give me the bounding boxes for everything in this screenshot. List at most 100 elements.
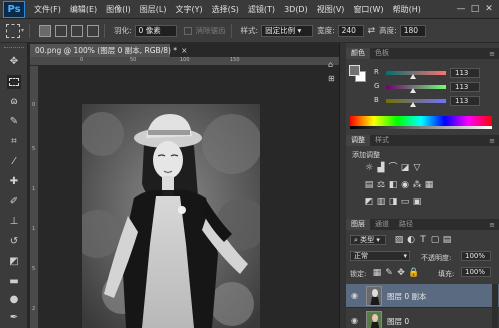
- menu-help[interactable]: 帮助(H): [393, 4, 421, 15]
- visibility-eye-icon[interactable]: ◉: [351, 291, 358, 300]
- panel-menu-icon[interactable]: ≡: [489, 221, 495, 229]
- gradient-map-icon[interactable]: ▭: [400, 198, 410, 207]
- clone-stamp-tool-icon[interactable]: ⊥: [7, 215, 21, 229]
- photo-filter-icon[interactable]: ◉: [400, 181, 410, 190]
- layer-row-selected[interactable]: ◉ 图层 0 副本: [346, 284, 499, 308]
- tab-color[interactable]: 颜色: [346, 48, 370, 59]
- selective-color-icon[interactable]: ▣: [412, 198, 422, 207]
- height-input[interactable]: 180: [399, 24, 426, 37]
- layer-row[interactable]: ◉ 图层 0: [346, 309, 499, 328]
- channel-mixer-icon[interactable]: ⁂: [412, 181, 422, 190]
- antialias-checkbox[interactable]: [183, 26, 192, 35]
- color-spectrum-bar[interactable]: [350, 116, 492, 126]
- menu-type[interactable]: 文字(Y): [175, 4, 202, 15]
- menu-3d[interactable]: 3D(D): [284, 5, 308, 14]
- dock-divider[interactable]: [339, 43, 346, 328]
- panel-menu-icon[interactable]: ≡: [489, 137, 495, 145]
- hue-saturation-icon[interactable]: ▤: [364, 181, 374, 190]
- lock-transparent-icon[interactable]: ▦: [372, 269, 382, 278]
- tab-channels[interactable]: 通道: [370, 219, 394, 230]
- filter-smart-icon[interactable]: ▤: [442, 236, 452, 245]
- menu-image[interactable]: 图像(I): [106, 4, 131, 15]
- healing-brush-tool-icon[interactable]: ✚: [7, 175, 21, 189]
- color-lookup-icon[interactable]: ▦: [424, 181, 434, 190]
- tab-layers[interactable]: 图层: [346, 219, 370, 230]
- vibrance-icon[interactable]: ▽: [412, 164, 422, 173]
- document-tab[interactable]: 00.png @ 100% (图层 0 副本, RGB/8) * ×: [30, 44, 187, 57]
- menu-file[interactable]: 文件(F): [34, 4, 61, 15]
- filter-shape-icon[interactable]: ▢: [430, 236, 440, 245]
- menu-edit[interactable]: 编辑(E): [70, 4, 97, 15]
- brightness-icon[interactable]: ☼: [364, 164, 374, 173]
- green-slider-thumb[interactable]: [409, 88, 416, 93]
- levels-icon[interactable]: ▟: [376, 164, 386, 173]
- tab-adjustments[interactable]: 调整: [346, 135, 370, 146]
- eraser-tool-icon[interactable]: ◩: [7, 255, 21, 269]
- add-selection-icon[interactable]: [55, 24, 68, 37]
- chevron-down-icon[interactable]: ▾: [21, 27, 24, 34]
- blue-slider[interactable]: [386, 99, 446, 103]
- filter-type-icon[interactable]: T: [418, 236, 428, 245]
- curves-icon[interactable]: ⌒: [388, 164, 398, 173]
- panel-menu-icon[interactable]: ≡: [489, 50, 495, 58]
- lasso-tool-icon[interactable]: ɷ: [7, 95, 21, 109]
- minimize-button[interactable]: —: [454, 4, 468, 14]
- subtract-selection-icon[interactable]: [71, 24, 84, 37]
- green-value-input[interactable]: 113: [450, 82, 480, 92]
- opacity-input[interactable]: 100%: [461, 251, 491, 261]
- filter-pixel-icon[interactable]: ▨: [394, 236, 404, 245]
- blue-value-input[interactable]: 113: [450, 96, 480, 106]
- width-input[interactable]: 240: [337, 24, 364, 37]
- layers-scrollbar[interactable]: [492, 284, 498, 328]
- foreground-color-swatch[interactable]: [349, 65, 360, 76]
- swap-icon[interactable]: ⇄: [368, 26, 376, 36]
- red-value-input[interactable]: 113: [450, 68, 480, 78]
- menu-view[interactable]: 视图(V): [317, 4, 345, 15]
- style-select[interactable]: 固定比例 ▾: [261, 24, 314, 37]
- fill-input[interactable]: 100%: [461, 267, 491, 277]
- rectangular-marquee-tool-icon[interactable]: [7, 75, 21, 89]
- red-slider-thumb[interactable]: [409, 74, 416, 79]
- exposure-icon[interactable]: ◪: [400, 164, 410, 173]
- blur-tool-icon[interactable]: ●: [7, 293, 21, 307]
- tab-styles[interactable]: 样式: [370, 135, 394, 146]
- filter-adjustment-icon[interactable]: ◐: [406, 236, 416, 245]
- tab-paths[interactable]: 路径: [394, 219, 418, 230]
- invert-icon[interactable]: ◩: [364, 198, 374, 207]
- grayscale-ramp[interactable]: [350, 126, 492, 129]
- feather-input[interactable]: 0 像素: [134, 24, 177, 37]
- move-tool-icon[interactable]: ✥: [7, 55, 21, 69]
- close-tab-icon[interactable]: ×: [181, 46, 187, 55]
- menu-filter[interactable]: 滤镜(T): [248, 4, 275, 15]
- history-panel-icon[interactable]: ⌂: [328, 60, 333, 69]
- gradient-tool-icon[interactable]: ▬: [7, 275, 21, 289]
- tab-swatches[interactable]: 色板: [370, 48, 394, 59]
- new-selection-icon[interactable]: [39, 24, 52, 37]
- lock-position-icon[interactable]: ✥: [396, 269, 406, 278]
- pen-tool-icon[interactable]: ✒: [7, 311, 21, 325]
- green-slider[interactable]: [386, 85, 446, 89]
- menu-select[interactable]: 选择(S): [212, 4, 239, 15]
- layer-name[interactable]: 图层 0 副本: [387, 291, 427, 302]
- red-slider[interactable]: [386, 71, 446, 75]
- quick-selection-tool-icon[interactable]: ✎: [7, 115, 21, 129]
- history-brush-tool-icon[interactable]: ↺: [7, 235, 21, 249]
- photo-image[interactable]: [82, 104, 260, 328]
- maximize-button[interactable]: □: [468, 4, 482, 14]
- threshold-icon[interactable]: ◨: [388, 198, 398, 207]
- close-button[interactable]: ✕: [482, 4, 496, 14]
- marquee-tool-preset-icon[interactable]: [6, 23, 20, 38]
- tool-presets-icon[interactable]: ⊞: [328, 74, 335, 83]
- crop-tool-icon[interactable]: ⌗: [7, 135, 21, 149]
- eyedropper-tool-icon[interactable]: ⁄: [7, 155, 21, 169]
- layer-kind-filter[interactable]: ⌕ 类型 ▾: [350, 235, 386, 245]
- menu-layer[interactable]: 图层(L): [140, 4, 167, 15]
- brush-tool-icon[interactable]: ✐: [7, 195, 21, 209]
- color-balance-icon[interactable]: ⚖: [376, 181, 386, 190]
- menu-window[interactable]: 窗口(W): [353, 4, 383, 15]
- black-white-icon[interactable]: ◧: [388, 181, 398, 190]
- posterize-icon[interactable]: ▥: [376, 198, 386, 207]
- visibility-eye-icon[interactable]: ◉: [351, 316, 358, 325]
- lock-pixels-icon[interactable]: ✎: [384, 269, 394, 278]
- layer-name[interactable]: 图层 0: [387, 316, 409, 327]
